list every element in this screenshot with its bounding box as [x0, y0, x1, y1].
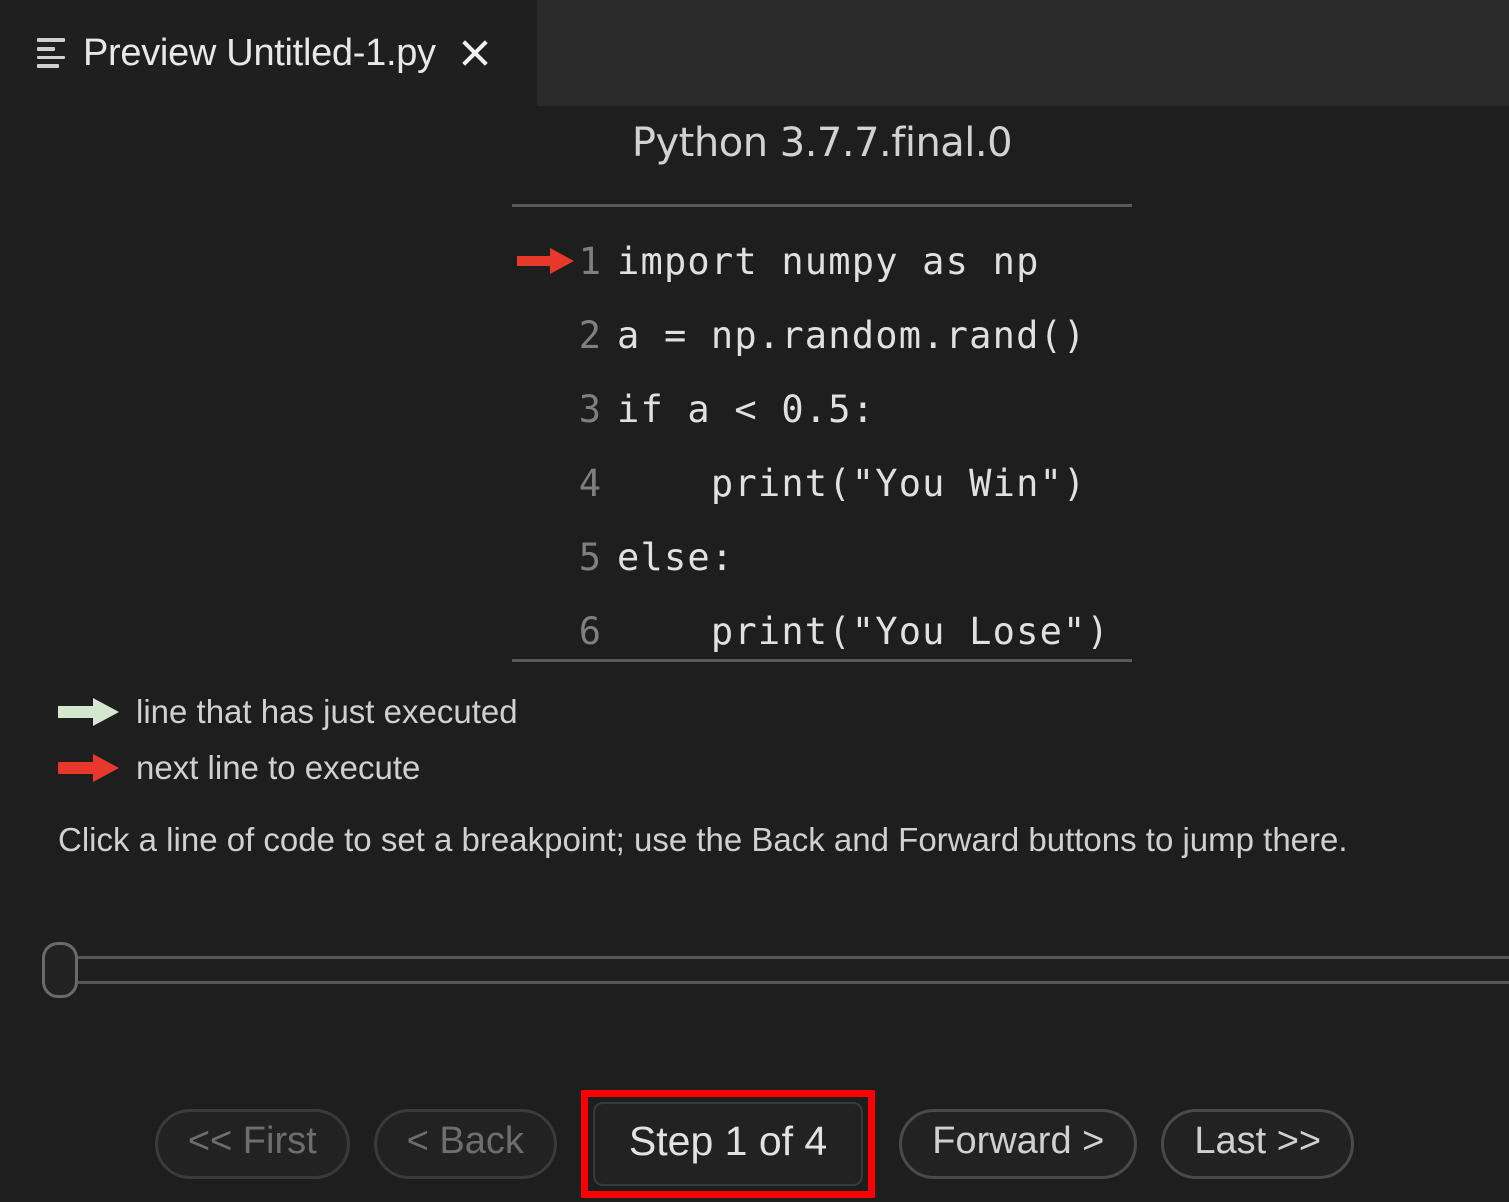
legend-item-next: next line to execute	[58, 740, 518, 796]
red-arrow-icon	[517, 247, 575, 275]
legend-label: next line to execute	[136, 749, 420, 787]
code-line-number: 6	[512, 610, 617, 653]
tab-bar: Preview Untitled-1.py	[0, 0, 1509, 106]
code-line-number: 3	[512, 388, 617, 431]
code-listing: 1 import numpy as np 2 a = np.random.ran…	[512, 224, 1152, 668]
code-line-row[interactable]: 5 else:	[512, 520, 1152, 594]
navigation-button-bar: << First < Back Step 1 of 4 Forward > La…	[0, 1086, 1509, 1202]
green-arrow-icon	[58, 697, 120, 727]
code-line-text: else:	[617, 536, 734, 579]
code-line-row[interactable]: 1 import numpy as np	[512, 224, 1152, 298]
hint-text: Click a line of code to set a breakpoint…	[58, 818, 1478, 863]
red-arrow-icon	[58, 753, 120, 783]
tab-title: Preview Untitled-1.py	[83, 32, 436, 75]
code-line-text: print("You Win")	[617, 462, 1087, 505]
code-line-text: if a < 0.5:	[617, 388, 875, 431]
first-button[interactable]: << First	[155, 1109, 350, 1179]
last-button[interactable]: Last >>	[1161, 1109, 1354, 1179]
python-version-label: Python 3.7.7.final.0	[512, 120, 1132, 166]
code-line-row[interactable]: 6 print("You Lose")	[512, 594, 1152, 668]
step-indicator-highlight: Step 1 of 4	[581, 1090, 875, 1197]
code-line-row[interactable]: 2 a = np.random.rand()	[512, 298, 1152, 372]
code-divider-bottom	[512, 659, 1132, 662]
code-line-row[interactable]: 4 print("You Win")	[512, 446, 1152, 520]
legend-label: line that has just executed	[136, 693, 518, 731]
step-slider[interactable]	[42, 940, 1509, 1000]
code-line-row[interactable]: 3 if a < 0.5:	[512, 372, 1152, 446]
code-line-number: 4	[512, 462, 617, 505]
code-line-text: a = np.random.rand()	[617, 314, 1087, 357]
code-line-number: 5	[512, 536, 617, 579]
legend: line that has just executed next line to…	[58, 684, 518, 796]
step-counter-button[interactable]: Step 1 of 4	[593, 1102, 863, 1185]
code-divider-top	[512, 204, 1132, 207]
forward-button[interactable]: Forward >	[899, 1109, 1137, 1179]
hamburger-list-icon[interactable]	[37, 38, 67, 68]
close-icon[interactable]	[458, 36, 492, 70]
slider-track[interactable]	[42, 956, 1509, 984]
code-line-text: print("You Lose")	[617, 610, 1110, 653]
preview-panel: Python 3.7.7.final.0 1 import numpy as n…	[0, 106, 1509, 1202]
legend-item-executed: line that has just executed	[58, 684, 518, 740]
tab-preview-untitled-1-py[interactable]: Preview Untitled-1.py	[0, 0, 537, 106]
slider-thumb[interactable]	[42, 942, 78, 998]
back-button[interactable]: < Back	[374, 1109, 557, 1179]
code-line-text: import numpy as np	[617, 240, 1040, 283]
code-line-number: 2	[512, 314, 617, 357]
